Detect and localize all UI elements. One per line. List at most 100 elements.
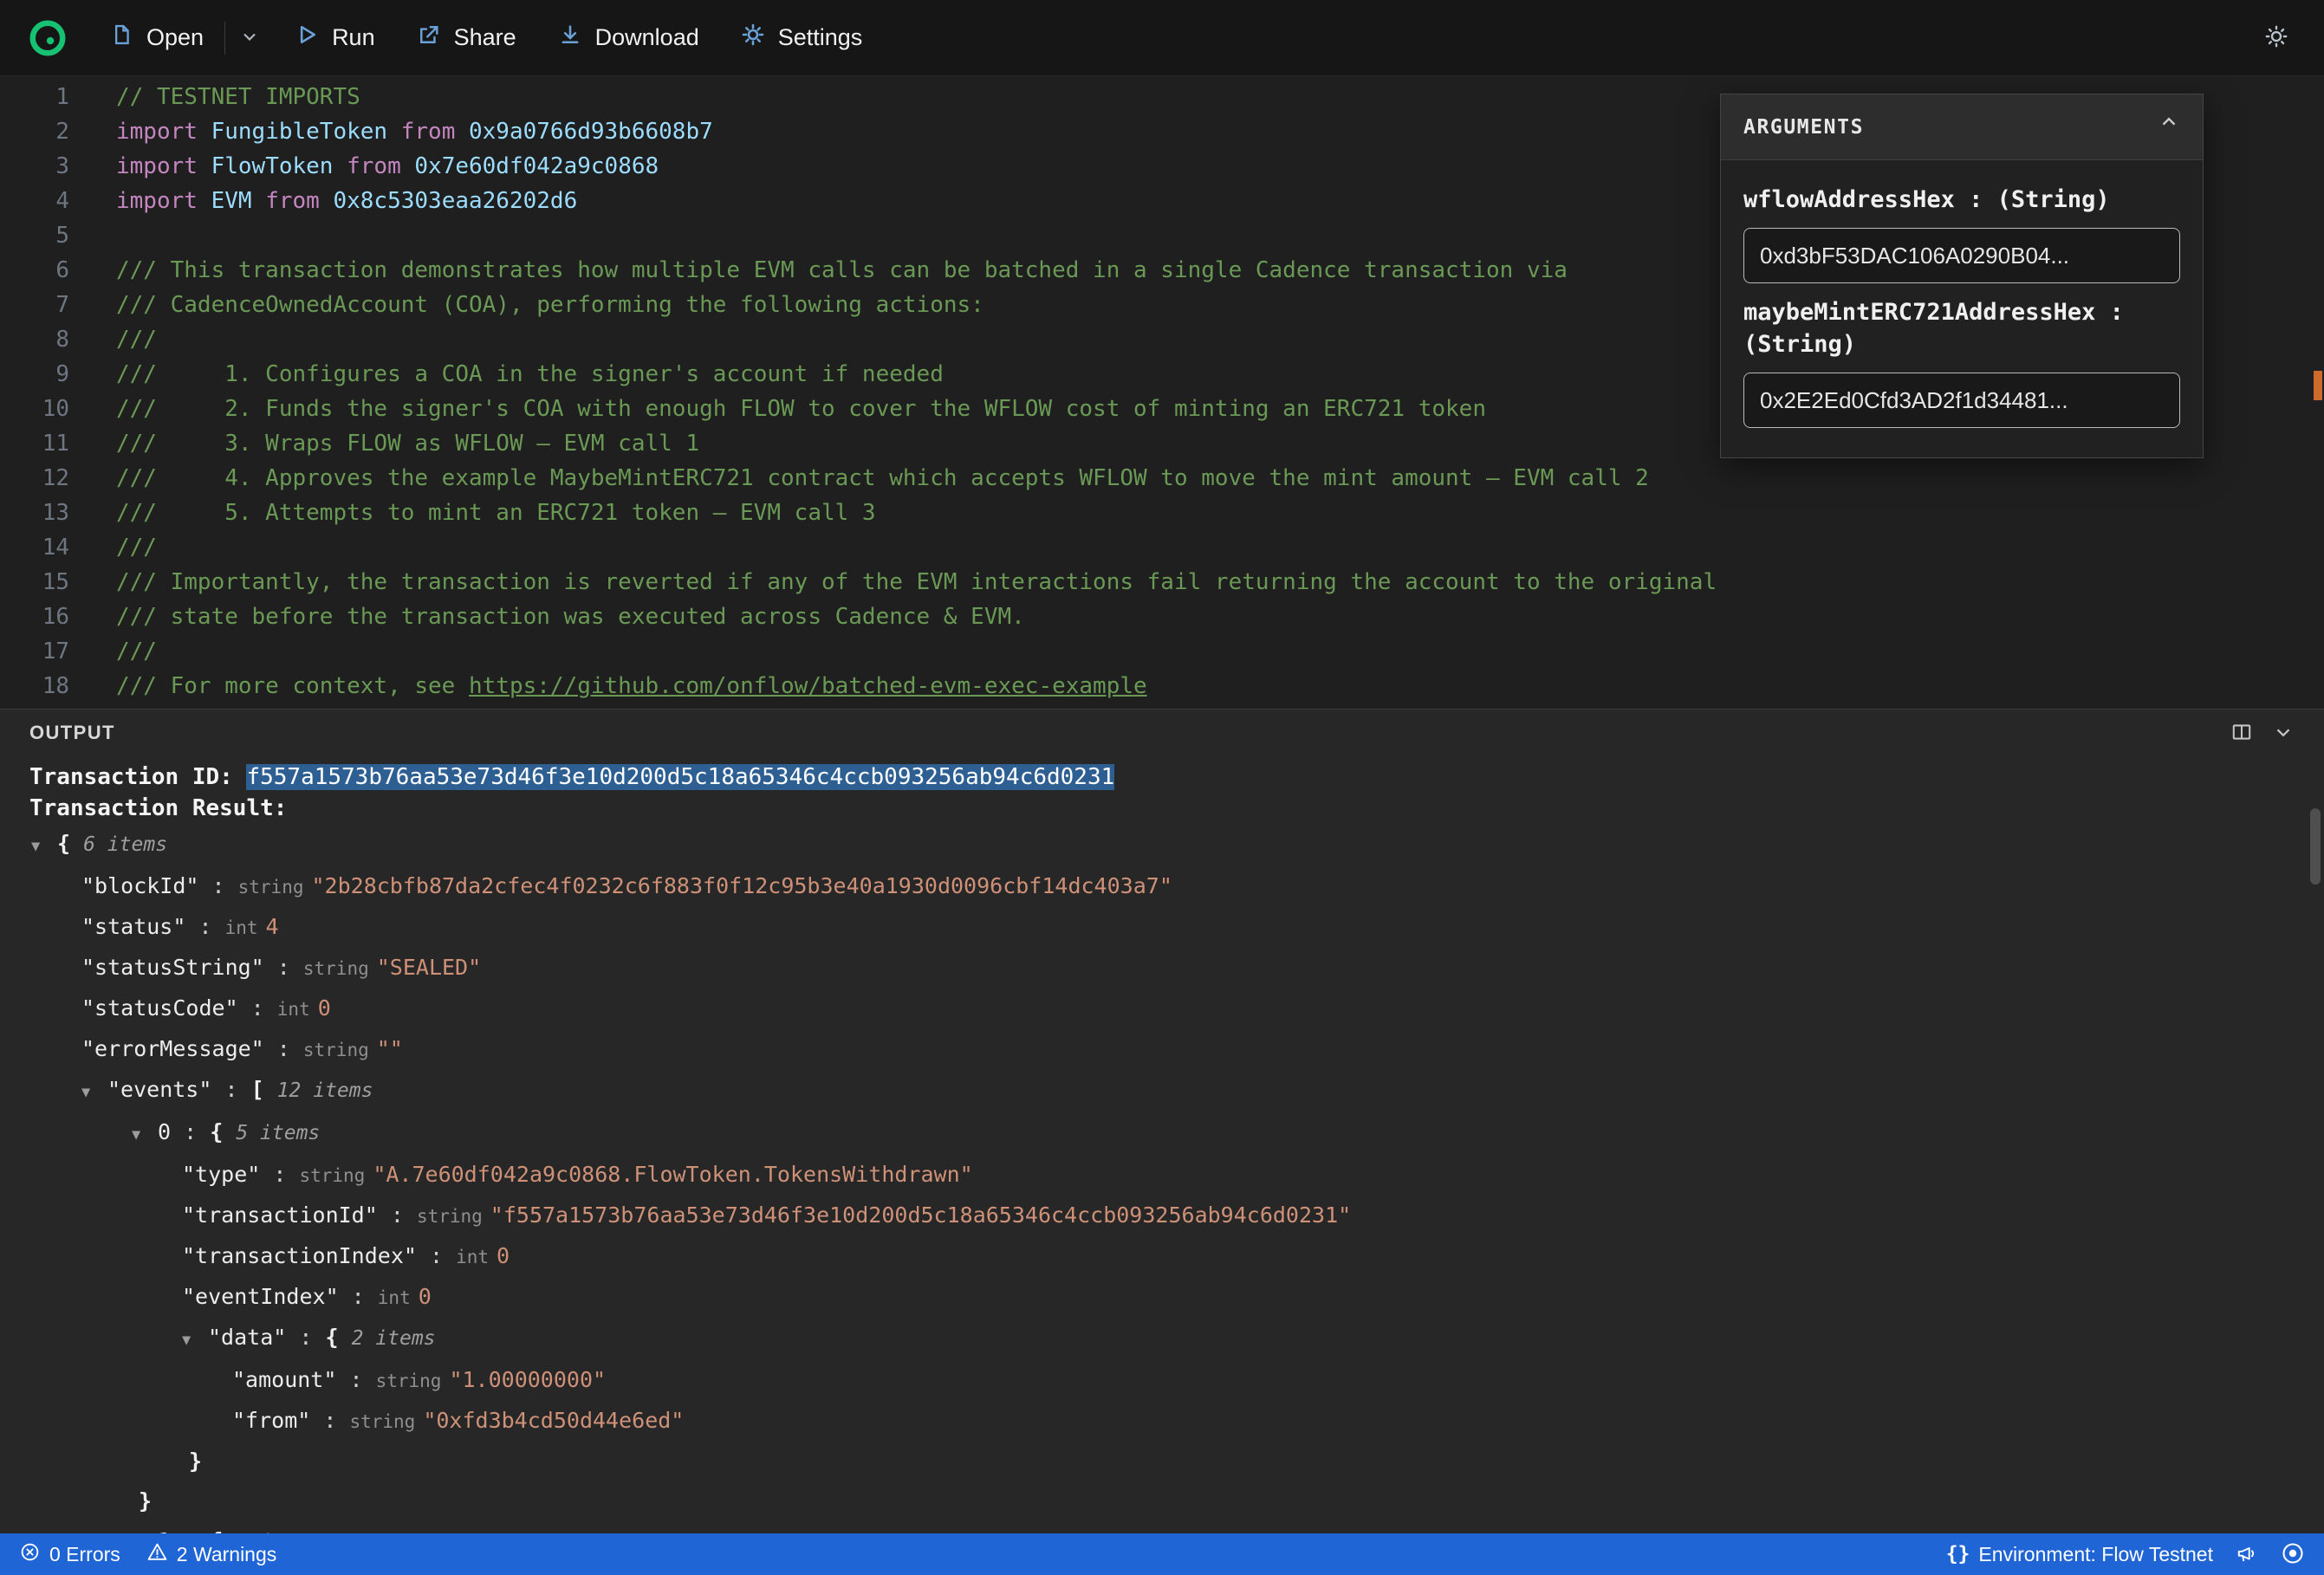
error-icon [19, 1541, 41, 1568]
collapse-arrow-icon[interactable]: ▼ [182, 1320, 208, 1360]
code-token: /// [116, 638, 157, 664]
json-punct: : [336, 1367, 376, 1392]
json-type: int [456, 1247, 490, 1267]
toolbar: Open Run Share Download Settings [0, 0, 2324, 76]
line-number: 12 [42, 465, 69, 491]
settings-button[interactable]: Settings [720, 0, 884, 75]
errors-indicator[interactable]: 0 Errors [19, 1541, 120, 1568]
line-number: 4 [55, 188, 69, 214]
wflow-address-input[interactable] [1743, 228, 2180, 284]
line-number: 15 [42, 569, 69, 595]
code-token: import [116, 188, 211, 214]
json-tree-row: ▼ "events" : [ 12 items [29, 1070, 2295, 1112]
collapse-arrow-icon[interactable]: ▼ [81, 1073, 107, 1112]
json-key: "type" [182, 1162, 261, 1187]
warnings-indicator[interactable]: 2 Warnings [146, 1541, 276, 1568]
code-line: 16 /// state before the transaction was e… [0, 600, 2324, 634]
flow-runner-app: Open Run Share Download Settings 1 // TE… [0, 0, 2324, 1575]
line-number: 1 [55, 84, 69, 110]
download-icon [558, 23, 582, 53]
line-number: 9 [55, 361, 69, 387]
json-key: "events" [107, 1077, 212, 1102]
json-tree-row: ▼ 0 : { 5 items [29, 1112, 2295, 1155]
json-key: 0 [158, 1119, 172, 1144]
code-line: 18 /// For more context, see https://gith… [0, 669, 2324, 703]
json-tree-row: "statusString" : string "SEALED" [29, 948, 2295, 988]
code-token: /// For more context, see [116, 673, 469, 699]
json-punct: : [237, 995, 277, 1021]
json-tree-row: "statusCode" : int 0 [29, 988, 2295, 1029]
code-line: 14 /// [0, 530, 2324, 565]
json-tree-row: "transactionId" : string "f557a1573b76aa5… [29, 1196, 2295, 1236]
json-punct: : [377, 1202, 417, 1228]
code-token: /// 5. Attempts to mint an ERC721 token … [116, 500, 876, 526]
line-number: 11 [42, 431, 69, 457]
output-title: OUTPUT [29, 722, 115, 743]
code-token: from [251, 188, 334, 214]
arguments-header[interactable]: ARGUMENTS [1721, 94, 2203, 160]
code-line: 12 /// 4. Approves the example MaybeMintE… [0, 461, 2324, 496]
feedback-button[interactable] [2236, 1542, 2258, 1567]
code-token: /// Importantly, the transaction is reve… [116, 569, 1717, 595]
status-bar: 0 Errors 2 Warnings {} Environment: Flow… [0, 1533, 2324, 1575]
json-str: "0xfd3b4cd50d44e6ed" [423, 1408, 685, 1433]
run-button[interactable]: Run [274, 0, 396, 75]
json-punct: : [416, 1243, 457, 1268]
run-label: Run [332, 24, 375, 50]
code-token: /// 1. Configures a COA in the signer's … [116, 361, 944, 387]
json-type: string [302, 1040, 369, 1060]
code-token: FungibleToken [211, 119, 388, 145]
collapse-arrow-icon[interactable]: ▼ [31, 826, 57, 866]
json-brace: { [57, 831, 84, 856]
share-label: Share [453, 24, 516, 50]
share-button[interactable]: Share [396, 0, 537, 75]
json-int: 0 [418, 1284, 432, 1309]
transaction-id-value: f557a1573b76aa53e73d46f3e10d200d5c18a653… [246, 764, 1115, 790]
split-panel-icon [2230, 721, 2253, 746]
json-punct: : [171, 1119, 211, 1144]
download-button[interactable]: Download [537, 0, 720, 75]
json-items: 5 items [236, 1531, 320, 1533]
json-punct: : [211, 1077, 251, 1102]
collapse-arrow-icon[interactable]: ▼ [132, 1115, 158, 1155]
chevron-up-icon [2158, 110, 2180, 145]
code-token: /// [116, 327, 157, 353]
environment-indicator[interactable]: {} Environment: Flow Testnet [1946, 1543, 2213, 1566]
line-number: 8 [55, 327, 69, 353]
argument-label-erc721: maybeMintERC721AddressHex : (String) [1743, 299, 2124, 358]
json-key: "transactionIndex" [182, 1243, 417, 1268]
json-key: "status" [81, 914, 186, 939]
open-dropdown-button[interactable] [225, 0, 274, 75]
collapse-arrow-icon[interactable]: ▼ [132, 1524, 158, 1533]
assistant-button[interactable] [2281, 1541, 2305, 1568]
json-type: string [349, 1411, 416, 1432]
json-key: "transactionId" [182, 1202, 378, 1228]
json-key: "statusCode" [81, 995, 238, 1021]
open-button[interactable]: Open [88, 0, 224, 75]
transaction-id-line: Transaction ID: f557a1573b76aa53e73d46f3… [29, 762, 2295, 793]
code-link[interactable]: https://github.com/onflow/batched-evm-ex… [469, 673, 1147, 699]
json-tree-row: "eventIndex" : int 0 [29, 1277, 2295, 1318]
code-editor[interactable]: 1 // TESTNET IMPORTS 2 import FungibleToken… [0, 76, 2324, 709]
braces-icon: {} [1945, 1543, 1970, 1565]
theme-toggle-button[interactable] [2263, 23, 2289, 52]
json-int: 0 [317, 995, 331, 1021]
output-scrollbar[interactable] [2310, 808, 2321, 885]
flow-logo-icon[interactable] [28, 18, 68, 58]
code-token: 0x8c5303eaa26202d6 [333, 188, 578, 214]
code-line: 15 /// Importantly, the transaction is re… [0, 565, 2324, 600]
json-tree: ▼{ 6 items "blockId" : string "2b28cbfb87d… [29, 824, 2295, 1533]
json-key: 1 [158, 1528, 171, 1533]
split-panel-button[interactable] [2230, 721, 2253, 746]
json-key: "data" [208, 1325, 287, 1350]
output-content: Transaction ID: f557a1573b76aa53e73d46f3… [0, 756, 2324, 1533]
json-punct: : [286, 1325, 326, 1350]
arguments-panel: ARGUMENTS wflowAddressHex : (String) may… [1720, 94, 2204, 459]
errors-count: 0 Errors [49, 1542, 120, 1565]
code-line: 17 /// [0, 634, 2324, 669]
collapse-output-button[interactable] [2272, 721, 2295, 746]
erc721-address-input[interactable] [1743, 373, 2180, 429]
json-key: "blockId" [81, 873, 199, 898]
argument-label-wflow: wflowAddressHex : (String) [1743, 186, 2110, 213]
json-str: "SEALED" [376, 955, 482, 980]
